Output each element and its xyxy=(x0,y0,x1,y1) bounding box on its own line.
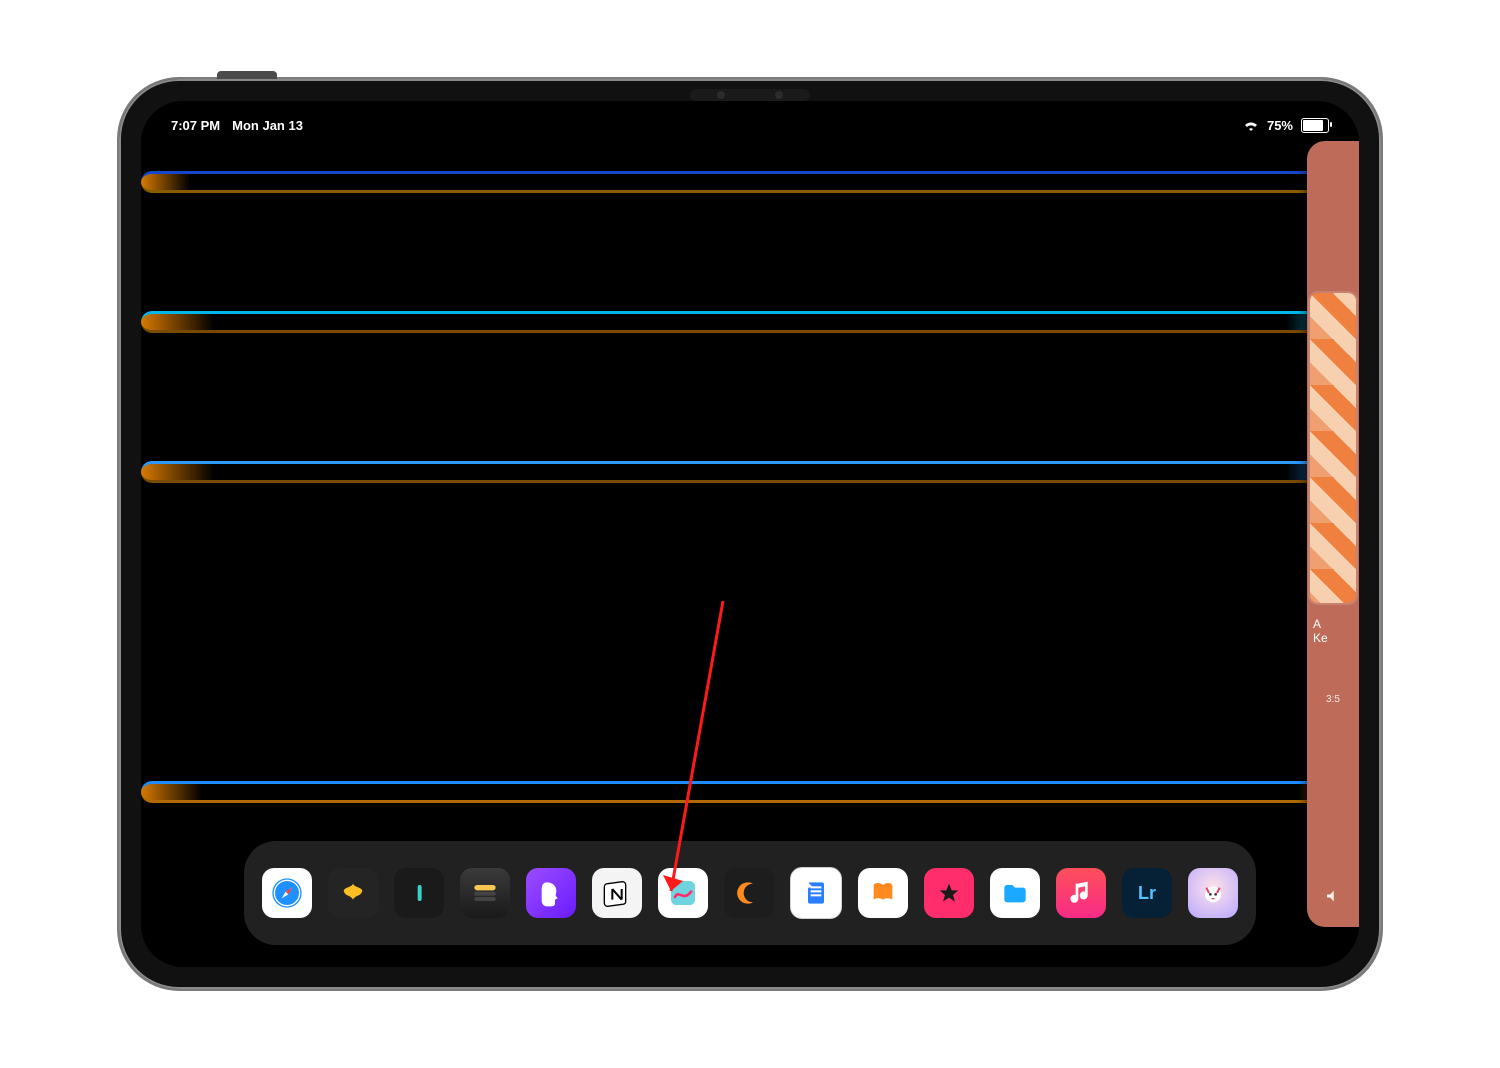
slideover-artwork xyxy=(1310,293,1356,603)
dock-app-avatar[interactable] xyxy=(1188,868,1238,918)
airplay-speaker-icon[interactable] xyxy=(1324,887,1342,905)
dock-app-music[interactable] xyxy=(1056,868,1106,918)
c-moon-icon xyxy=(733,877,765,909)
notion-icon xyxy=(601,877,633,909)
slideover-timestamp: 3:5 xyxy=(1326,694,1340,705)
dock-app-line[interactable] xyxy=(394,868,444,918)
document-scan-icon xyxy=(800,877,832,909)
ipad-frame: 7:07 PM Mon Jan 13 75% xyxy=(119,79,1381,989)
status-date: Mon Jan 13 xyxy=(232,118,303,133)
folder-icon xyxy=(999,877,1031,909)
slide-over-app[interactable]: A Ke 3:5 xyxy=(1307,141,1359,927)
line-icon xyxy=(403,877,435,909)
dock-app-freeform[interactable] xyxy=(658,868,708,918)
safari-icon xyxy=(271,877,303,909)
dock: Lr xyxy=(244,841,1256,945)
dock-app-star[interactable] xyxy=(924,868,974,918)
dock-app-notion[interactable] xyxy=(592,868,642,918)
slideover-title: A Ke xyxy=(1313,617,1353,646)
wallpaper-line xyxy=(141,171,1359,193)
home-screen[interactable]: 7:07 PM Mon Jan 13 75% xyxy=(141,101,1359,967)
cat-avatar-icon xyxy=(1197,877,1229,909)
books-icon xyxy=(867,877,899,909)
freeform-icon xyxy=(667,877,699,909)
wallpaper-line xyxy=(141,311,1359,333)
head-profile-icon xyxy=(535,877,567,909)
dock-app-scan[interactable] xyxy=(790,867,842,919)
status-bar: 7:07 PM Mon Jan 13 75% xyxy=(141,113,1359,137)
dock-app-books[interactable] xyxy=(858,868,908,918)
camera-bar xyxy=(690,89,810,101)
wallet-icon xyxy=(469,877,501,909)
dock-app-lightroom[interactable]: Lr xyxy=(1122,868,1172,918)
wallpaper-line xyxy=(141,461,1359,483)
dock-app-files[interactable] xyxy=(990,868,1040,918)
music-note-icon xyxy=(1065,877,1097,909)
dock-app-wallet[interactable] xyxy=(460,868,510,918)
star-icon xyxy=(933,877,965,909)
battery-percentage: 75% xyxy=(1267,118,1293,133)
dock-app-face[interactable] xyxy=(526,868,576,918)
dock-app-cmoon[interactable] xyxy=(724,868,774,918)
dock-app-safari[interactable] xyxy=(262,868,312,918)
lightroom-text-icon: Lr xyxy=(1138,883,1156,904)
wallpaper-line xyxy=(141,781,1359,803)
battery-icon xyxy=(1301,118,1329,133)
status-time: 7:07 PM xyxy=(171,118,220,133)
wifi-icon xyxy=(1243,119,1259,131)
dock-app-butterfly[interactable] xyxy=(328,868,378,918)
butterfly-icon xyxy=(337,877,369,909)
ipad-screen-bezel: 7:07 PM Mon Jan 13 75% xyxy=(141,101,1359,967)
